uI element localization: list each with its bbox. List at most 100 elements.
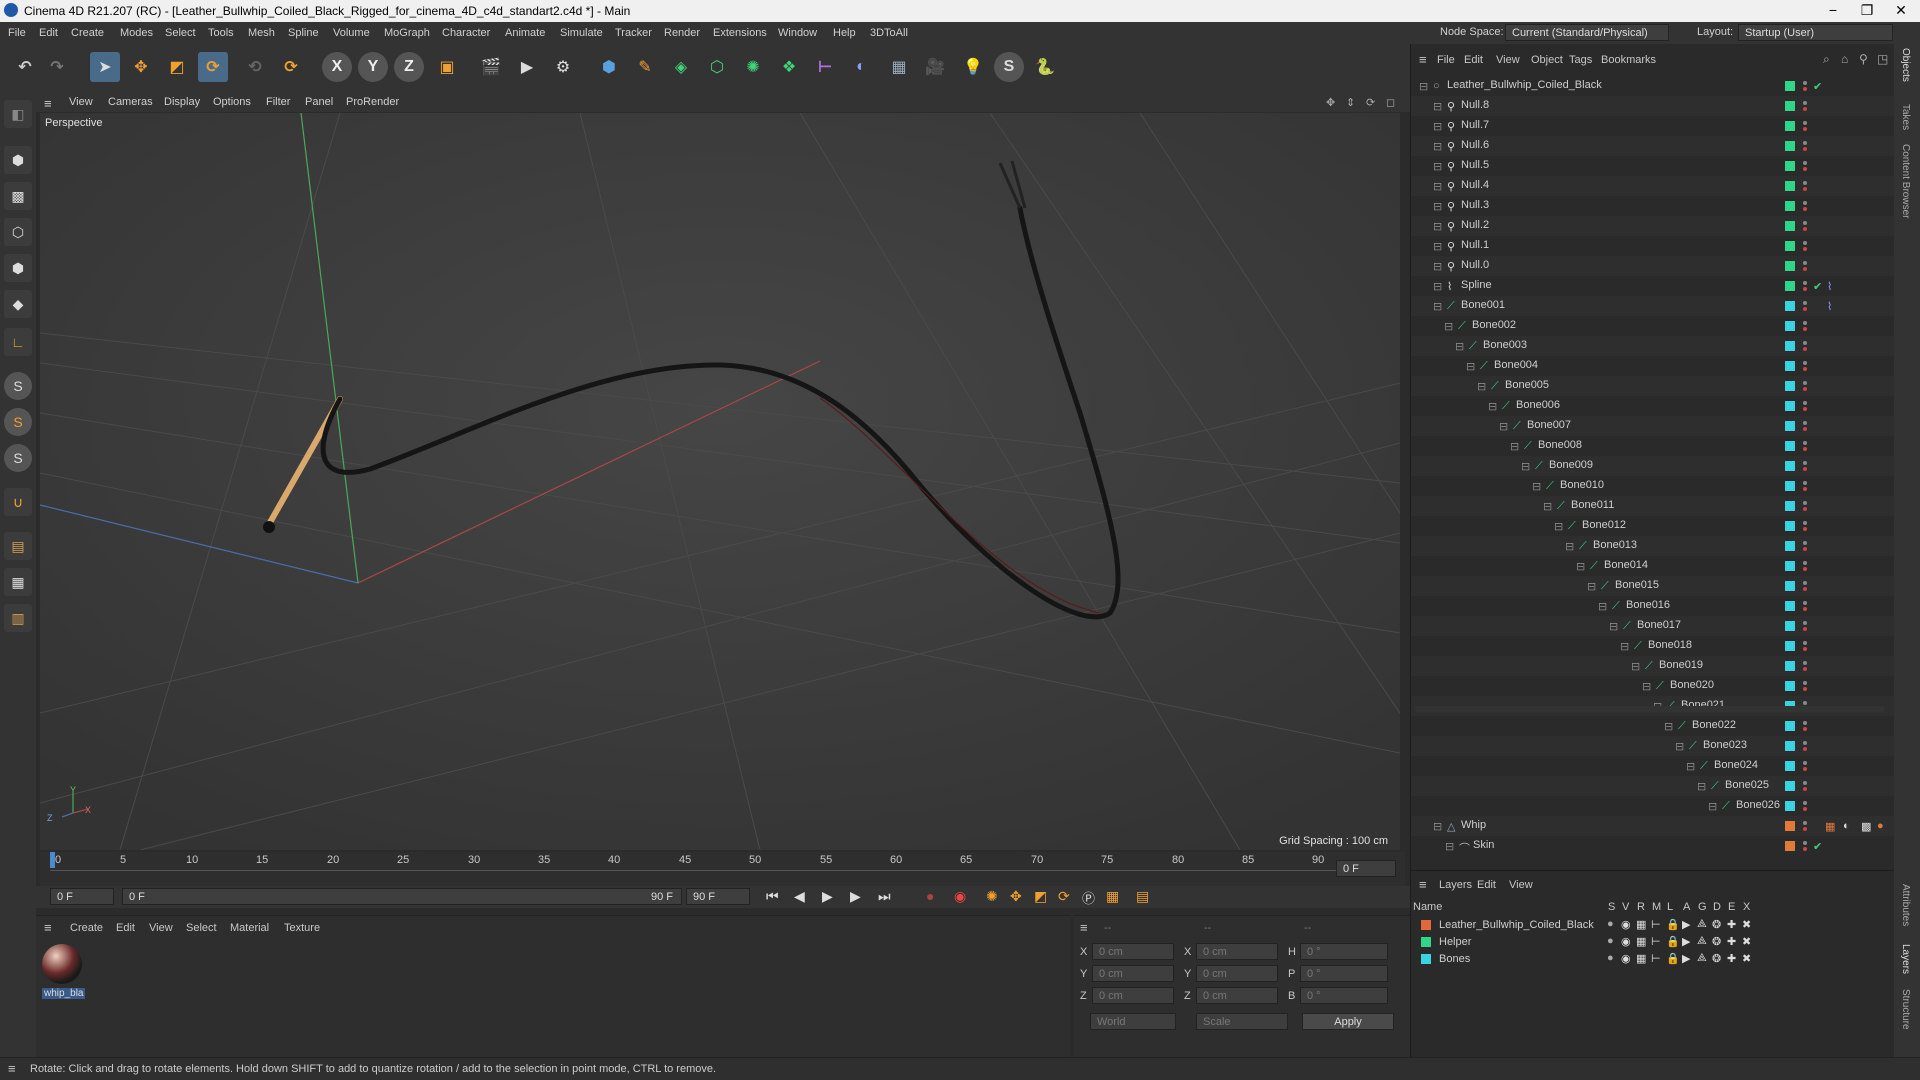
coordinate-system-dropdown[interactable]: World [1090,1013,1176,1030]
layer-color-swatch[interactable] [1785,641,1795,651]
bone-row[interactable]: ⊟ ⟋ Bone025 [1411,776,1895,796]
bone-row[interactable]: ⊟ ⟋ Bone023 [1411,736,1895,756]
rotation-b-field[interactable]: 0 ° [1300,987,1388,1004]
position-y-field[interactable]: 0 cm [1092,965,1174,982]
layer-color-swatch[interactable] [1785,821,1795,831]
make-editable-icon[interactable]: ◧ [4,100,32,128]
layer-name[interactable]: Leather_Bullwhip_Coiled_Black [1439,919,1594,931]
visibility-dots-icon[interactable] [1803,339,1807,353]
viewport-move-icon[interactable]: ✥ [1326,96,1335,109]
autokey-icon[interactable]: ◉ [954,888,966,905]
visibility-dots-icon[interactable] [1803,179,1807,193]
expand-toggle-icon[interactable]: ⊟ [1565,540,1577,553]
bone-row[interactable]: ⊟ ⟋ Bone007 [1411,416,1895,436]
layer-color-swatch[interactable] [1785,361,1795,371]
object-name[interactable]: Null.2 [1461,219,1489,231]
bone-row[interactable]: ⊟ ⟋ Bone004 [1411,356,1895,376]
snap-icon[interactable]: S [4,372,32,400]
xrefs-icon[interactable]: ✖ [1742,952,1751,965]
points-mode-icon[interactable]: ⬡ [4,218,32,246]
viewport-maximize-icon[interactable]: ◻ [1386,96,1395,109]
expand-toggle-icon[interactable]: ⊟ [1433,260,1445,273]
prev-frame-icon[interactable]: ◀ [794,888,805,905]
visibility-dots-icon[interactable] [1803,599,1807,613]
z-axis-lock-icon[interactable]: Z [394,52,424,82]
bone-row[interactable]: ⊟ ⟋ Bone006 [1411,396,1895,416]
object-name[interactable]: Bone023 [1703,739,1747,751]
object-name[interactable]: Bone002 [1472,319,1516,331]
objmgr-home-icon[interactable]: ⌂ [1841,52,1848,66]
layer-color-swatch[interactable] [1785,741,1795,751]
object-name[interactable]: Bone014 [1604,559,1648,571]
field-icon[interactable]: ◐ [846,52,876,82]
layer-color-swatch[interactable] [1785,581,1795,591]
render-view-icon[interactable]: 🎬 [476,52,506,82]
visibility-dots-icon[interactable] [1803,399,1807,413]
layer-color-swatch[interactable] [1785,381,1795,391]
visibility-dots-icon[interactable] [1803,299,1807,313]
objmgr-menu-tags[interactable]: Tags [1569,54,1592,66]
expand-toggle-icon[interactable]: ⊟ [1576,560,1588,573]
viewport-zoom-icon[interactable]: ⇕ [1346,96,1355,109]
menu-spline[interactable]: Spline [288,27,319,39]
visibility-dots-icon[interactable] [1803,539,1807,553]
layer-color-swatch[interactable] [1785,121,1795,131]
visibility-dots-icon[interactable] [1803,759,1807,773]
objmgr-filter-icon[interactable]: ⚲ [1859,52,1868,66]
expand-toggle-icon[interactable]: ⊟ [1433,240,1445,253]
objmgr-menu-bookmarks[interactable]: Bookmarks [1601,54,1656,66]
expand-toggle-icon[interactable]: ⊟ [1499,420,1511,433]
object-name[interactable]: Null.8 [1461,99,1489,111]
object-name[interactable]: Bone011 [1571,499,1614,511]
menu-3dtoall[interactable]: 3DToAll [870,27,908,39]
timeline-window-icon[interactable]: ▤ [1136,888,1149,905]
select-tool-icon[interactable]: ➤ [90,52,120,82]
maximize-button[interactable]: ❐ [1852,2,1882,19]
manager-icon[interactable]: ⊢ [1651,918,1661,931]
next-frame-icon[interactable]: ▶ [850,888,861,905]
spline-row[interactable]: ⊟ ⌇ Spline ✔ ⌇ [1411,276,1895,296]
layer-color-swatch[interactable] [1785,441,1795,451]
expressions-icon[interactable]: ✚ [1727,935,1736,948]
layer-color-swatch[interactable] [1785,761,1795,771]
expressions-icon[interactable]: ✚ [1727,918,1736,931]
visibility-dots-icon[interactable] [1803,619,1807,633]
objmgr-menu-object[interactable]: Object [1531,54,1563,66]
visibility-dots-icon[interactable] [1803,819,1807,833]
expand-toggle-icon[interactable]: ⊟ [1587,580,1599,593]
whip-row[interactable]: ⊟ △ Whip ▦ ◐ ▩ ● [1411,816,1895,836]
python-icon[interactable]: 🐍 [1030,52,1060,82]
bone-row[interactable]: ⊟ ⟋ Bone005 [1411,376,1895,396]
visibility-dots-icon[interactable] [1803,119,1807,133]
visibility-dots-icon[interactable] [1803,659,1807,673]
objmgr-menu-edit[interactable]: Edit [1464,54,1483,66]
visibility-dots-icon[interactable] [1803,779,1807,793]
view-eye-icon[interactable]: ◉ [1621,935,1631,948]
render-picture-viewer-icon[interactable]: ▶ [512,52,542,82]
expand-toggle-icon[interactable]: ⊟ [1455,340,1467,353]
object-name[interactable]: Leather_Bullwhip_Coiled_Black [1447,79,1602,91]
layer-color-swatch[interactable] [1785,721,1795,731]
minimize-button[interactable]: − [1818,2,1848,18]
generators-icon[interactable]: ⟁ [1697,918,1707,931]
object-name[interactable]: Bone001 [1461,299,1505,311]
objmgr-hamburger-icon[interactable]: ≡ [1419,52,1427,67]
workplane-snap-icon[interactable]: S [4,444,32,472]
expand-toggle-icon[interactable]: ⊟ [1477,380,1489,393]
layer-row[interactable]: Leather_Bullwhip_Coiled_Black ● ◉ ▦ ⊢ 🔒 ▶ ⟁ ❂ ✚ ✖ [1411,917,1895,934]
visibility-dots-icon[interactable] [1803,679,1807,693]
objmgr-search-icon[interactable]: ⌕ [1823,52,1830,67]
expand-toggle-icon[interactable]: ⊟ [1686,760,1698,773]
layer-color-swatch[interactable] [1785,541,1795,551]
expand-toggle-icon[interactable]: ⊟ [1664,720,1676,733]
expand-toggle-icon[interactable]: ⊟ [1433,200,1445,213]
visibility-dots-icon[interactable] [1803,499,1807,513]
texture-tag-icon[interactable]: ◐ [1843,820,1855,832]
size-z-field[interactable]: 0 cm [1196,987,1278,1004]
expand-toggle-icon[interactable]: ⊟ [1433,180,1445,193]
expand-toggle-icon[interactable]: ⊟ [1433,220,1445,233]
key-parameter-icon[interactable]: Ⓟ [1082,888,1095,907]
tab-attributes[interactable]: Attributes [1900,884,1911,926]
visibility-dots-icon[interactable] [1803,579,1807,593]
tab-objects[interactable]: Objects [1900,48,1911,82]
